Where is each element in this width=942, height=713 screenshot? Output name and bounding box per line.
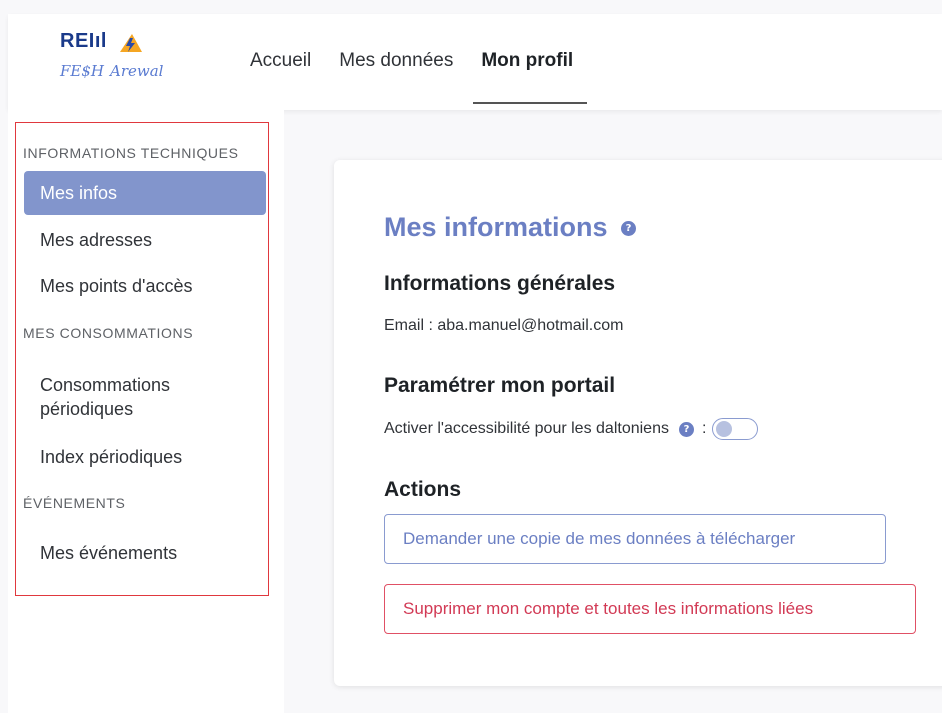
nav-item-accueil[interactable]: Accueil: [236, 50, 325, 104]
lightning-logo-icon: [120, 34, 142, 52]
sidebar-item-consommations-periodiques[interactable]: Consommations périodiques: [24, 373, 244, 421]
sidebar-item-mes-points-acces[interactable]: Mes points d'accès: [24, 274, 266, 298]
sidebar: INFORMATIONS TECHNIQUES Mes infos Mes ad…: [8, 110, 284, 713]
sidebar-section-technical: INFORMATIONS TECHNIQUES: [23, 145, 239, 161]
sidebar-item-mes-infos[interactable]: Mes infos: [24, 171, 266, 215]
colorblind-separator: :: [701, 420, 707, 437]
email-text: Email : aba.manuel@hotmail.com: [384, 317, 624, 334]
portal-settings-heading: Paramétrer mon portail: [384, 374, 616, 397]
main-nav: Accueil Mes données Mon profil: [236, 50, 587, 104]
profile-card: Mes informations ? Informations générale…: [334, 160, 942, 686]
sidebar-item-index-periodiques[interactable]: Index périodiques: [24, 445, 266, 469]
general-info-heading: Informations générales: [384, 272, 616, 295]
actions-heading: Actions: [384, 478, 462, 501]
nav-item-mon-profil[interactable]: Mon profil: [467, 50, 587, 104]
colorblind-toggle[interactable]: [712, 418, 759, 440]
nav-item-mes-donnees[interactable]: Mes données: [325, 50, 467, 104]
colorblind-setting-row: Activer l'accessibilité pour les daltoni…: [384, 418, 759, 440]
logo-text-fesh: FE$H: [60, 62, 104, 80]
logo[interactable]: REIıl FE$H Arewal: [60, 30, 210, 92]
sidebar-section-evenements: ÉVÉNEMENTS: [23, 495, 126, 511]
colorblind-help-icon[interactable]: ?: [678, 421, 694, 437]
sidebar-section-consommations: MES CONSOMMATIONS: [23, 325, 194, 341]
top-header: REIıl FE$H Arewal Accueil Mes données Mo…: [8, 14, 942, 110]
help-icon[interactable]: ?: [621, 221, 637, 237]
toggle-knob: [716, 421, 733, 437]
page-title: Mes informations ?: [384, 212, 637, 243]
request-data-copy-button[interactable]: Demander une copie de mes données à télé…: [384, 514, 886, 564]
sidebar-highlight-box: INFORMATIONS TECHNIQUES Mes infos Mes ad…: [15, 122, 269, 596]
delete-account-button[interactable]: Supprimer mon compte et toutes les infor…: [384, 584, 916, 634]
page-title-text: Mes informations: [384, 212, 608, 242]
colorblind-label: Activer l'accessibilité pour les daltoni…: [384, 420, 669, 437]
logo-text-reil: REIıl: [60, 30, 107, 52]
sidebar-item-mes-adresses[interactable]: Mes adresses: [24, 228, 266, 252]
sidebar-item-mes-evenements[interactable]: Mes événements: [24, 541, 266, 565]
logo-text-arewal: Arewal: [110, 62, 164, 80]
